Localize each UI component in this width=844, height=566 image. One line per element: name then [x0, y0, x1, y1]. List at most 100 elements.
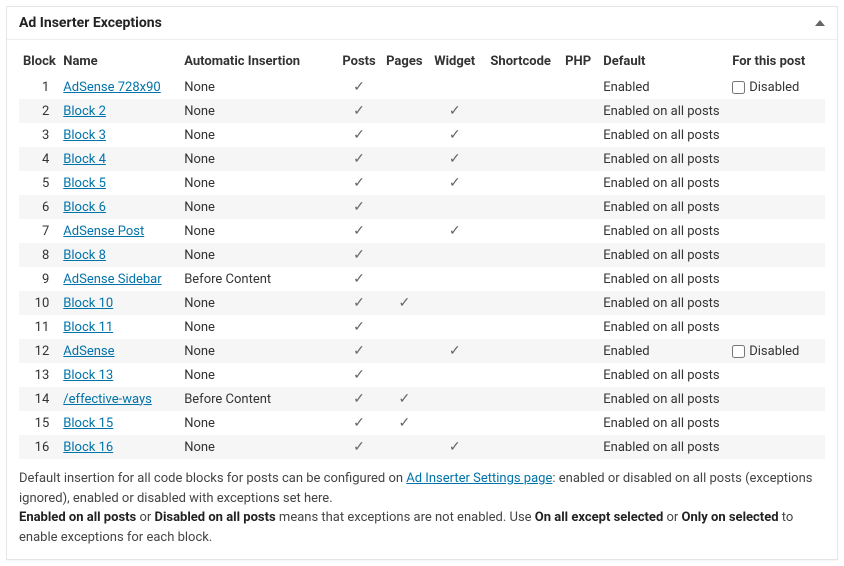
block-name-link[interactable]: Block 6: [63, 200, 106, 215]
block-name-link[interactable]: /effective-ways: [63, 392, 152, 407]
block-name-link[interactable]: Block 11: [63, 320, 113, 335]
block-name-link[interactable]: Block 13: [63, 368, 113, 383]
cell-posts: ✓: [336, 195, 381, 219]
default-value: Enabled on all posts: [603, 152, 719, 167]
check-icon: ✓: [353, 343, 365, 359]
header-block: Block: [19, 48, 59, 75]
block-name-link[interactable]: Block 10: [63, 296, 113, 311]
check-icon: ✓: [449, 103, 461, 119]
block-name-link[interactable]: AdSense: [63, 344, 114, 359]
check-icon: ✓: [353, 223, 365, 239]
cell-pages: [382, 435, 427, 459]
block-name-link[interactable]: Block 2: [63, 104, 106, 119]
disabled-checkbox[interactable]: [732, 345, 745, 358]
auto-insertion-value: None: [184, 224, 215, 239]
block-name-link[interactable]: Block 3: [63, 128, 106, 143]
cell-name: Block 4: [59, 147, 180, 171]
cell-auto: None: [180, 171, 336, 195]
cell-shortcode: [482, 147, 559, 171]
default-value: Enabled on all posts: [603, 416, 719, 431]
cell-pages: [382, 219, 427, 243]
block-name-link[interactable]: AdSense 728x90: [63, 80, 160, 95]
cell-widget: [427, 75, 482, 99]
check-icon: ✓: [449, 223, 461, 239]
cell-forthis: [728, 411, 825, 435]
block-name-link[interactable]: AdSense Sidebar: [63, 272, 161, 287]
block-number: 4: [42, 152, 49, 167]
block-number: 9: [42, 272, 49, 287]
cell-default: Enabled on all posts: [597, 195, 728, 219]
cell-shortcode: [482, 411, 559, 435]
cell-forthis: [728, 387, 825, 411]
cell-forthis: [728, 195, 825, 219]
settings-page-link[interactable]: Ad Inserter Settings page: [406, 471, 552, 486]
footer-text: Default insertion for all code blocks fo…: [19, 471, 406, 486]
cell-block: 2: [19, 99, 59, 123]
cell-php: [559, 123, 597, 147]
cell-default: Enabled on all posts: [597, 363, 728, 387]
auto-insertion-value: None: [184, 80, 215, 95]
cell-php: [559, 99, 597, 123]
auto-insertion-value: None: [184, 440, 215, 455]
auto-insertion-value: None: [184, 248, 215, 263]
check-icon: ✓: [353, 319, 365, 335]
table-row: 5Block 5None✓✓Enabled on all posts: [19, 171, 825, 195]
cell-posts: ✓: [336, 339, 381, 363]
cell-pages: [382, 75, 427, 99]
panel-header[interactable]: Ad Inserter Exceptions: [7, 7, 837, 40]
cell-pages: ✓: [382, 387, 427, 411]
disabled-checkbox-wrap: Disabled: [732, 344, 821, 359]
check-icon: ✓: [353, 391, 365, 407]
cell-forthis: [728, 171, 825, 195]
cell-name: AdSense Post: [59, 219, 180, 243]
cell-pages: [382, 339, 427, 363]
cell-auto: None: [180, 315, 336, 339]
header-forthis: For this post: [728, 48, 825, 75]
check-icon: ✓: [353, 247, 365, 263]
cell-posts: ✓: [336, 99, 381, 123]
cell-block: 1: [19, 75, 59, 99]
default-value: Enabled on all posts: [603, 224, 719, 239]
panel-body: Block Name Automatic Insertion Posts Pag…: [7, 40, 837, 559]
default-value: Enabled on all posts: [603, 368, 719, 383]
table-row: 15Block 15None✓✓Enabled on all posts: [19, 411, 825, 435]
table-row: 16Block 16None✓✓Enabled on all posts: [19, 435, 825, 459]
block-name-link[interactable]: Block 4: [63, 152, 106, 167]
exceptions-panel: Ad Inserter Exceptions Block Name Automa…: [6, 6, 838, 560]
footer-text: or: [136, 510, 154, 525]
block-number: 1: [42, 80, 49, 95]
table-row: 1AdSense 728x90None✓EnabledDisabled: [19, 75, 825, 99]
cell-widget: [427, 267, 482, 291]
cell-shortcode: [482, 315, 559, 339]
cell-block: 7: [19, 219, 59, 243]
cell-name: Block 3: [59, 123, 180, 147]
check-icon: ✓: [353, 175, 365, 191]
disabled-checkbox[interactable]: [732, 81, 745, 94]
cell-shortcode: [482, 171, 559, 195]
cell-widget: [427, 387, 482, 411]
collapse-icon[interactable]: [815, 20, 825, 26]
block-number: 7: [42, 224, 49, 239]
cell-name: Block 13: [59, 363, 180, 387]
cell-widget: ✓: [427, 123, 482, 147]
cell-default: Enabled on all posts: [597, 315, 728, 339]
cell-php: [559, 387, 597, 411]
table-header-row: Block Name Automatic Insertion Posts Pag…: [19, 48, 825, 75]
block-name-link[interactable]: Block 16: [63, 440, 113, 455]
block-name-link[interactable]: AdSense Post: [63, 224, 144, 239]
cell-block: 5: [19, 171, 59, 195]
check-icon: ✓: [353, 415, 365, 431]
block-name-link[interactable]: Block 8: [63, 248, 106, 263]
cell-widget: ✓: [427, 339, 482, 363]
block-name-link[interactable]: Block 5: [63, 176, 106, 191]
cell-pages: ✓: [382, 411, 427, 435]
block-name-link[interactable]: Block 15: [63, 416, 113, 431]
cell-shortcode: [482, 75, 559, 99]
cell-default: Enabled on all posts: [597, 123, 728, 147]
cell-shortcode: [482, 219, 559, 243]
cell-forthis: [728, 291, 825, 315]
table-row: 7 AdSense Post None ✓ ✓ Enabled on all posts: [19, 219, 825, 243]
cell-posts: ✓: [336, 243, 381, 267]
cell-forthis: [728, 147, 825, 171]
cell-widget: ✓: [427, 219, 482, 243]
